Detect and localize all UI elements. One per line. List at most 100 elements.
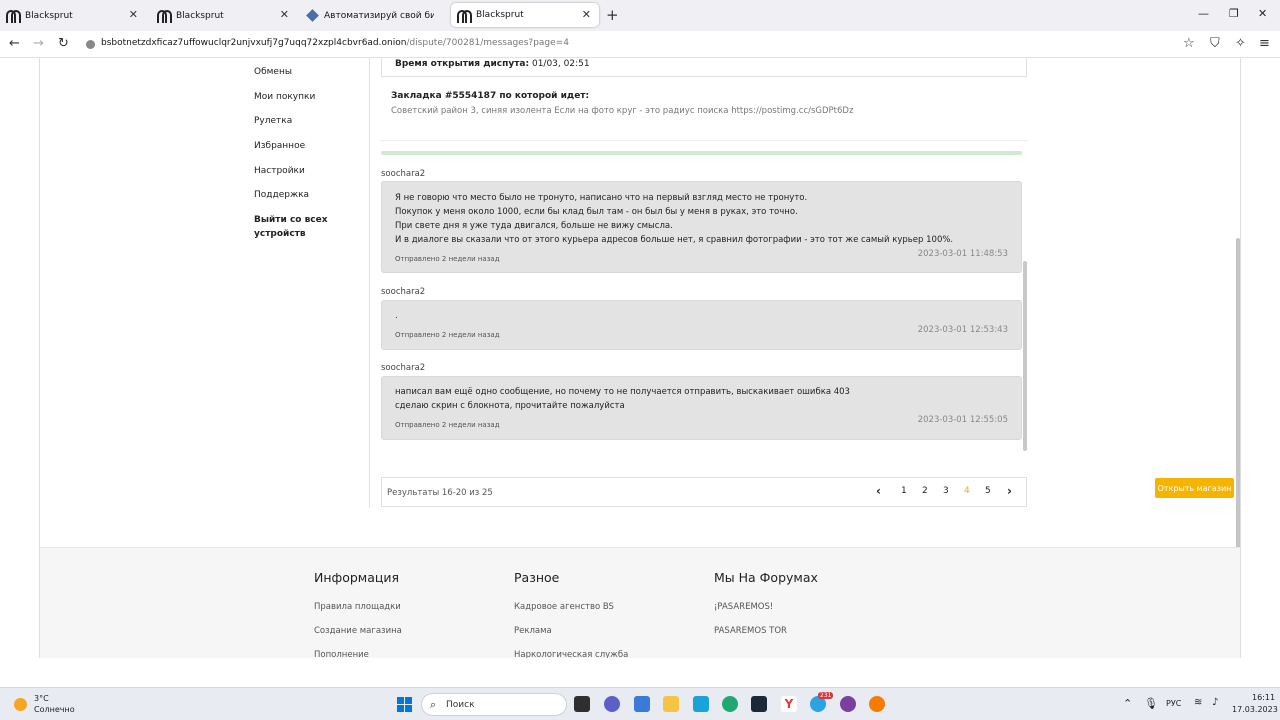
logout-all-devices-link[interactable]: Выйти со всех устройств bbox=[254, 213, 344, 241]
page-link-1[interactable]: 1 bbox=[901, 486, 907, 496]
footer-link-topup[interactable]: Пополнение bbox=[314, 650, 369, 658]
message-text: написал вам ещё одно сообщение, но почем… bbox=[395, 385, 850, 413]
app-l-icon[interactable] bbox=[693, 696, 709, 712]
tab-blacksprut-2[interactable]: Blacksprut ✕ bbox=[157, 0, 297, 31]
store-icon[interactable] bbox=[634, 696, 650, 712]
message-sent-ago: Отправлено 2 недели назад bbox=[395, 421, 500, 429]
message-text: Я не говорю что место было не тронуто, н… bbox=[395, 191, 953, 247]
message-author: soochara2 bbox=[381, 287, 426, 297]
footer-link-ads[interactable]: Реклама bbox=[514, 626, 552, 636]
message-timestamp: 2023-03-01 12:55:05 bbox=[917, 415, 1008, 425]
message-sent-ago: Отправлено 2 недели назад bbox=[395, 331, 500, 339]
language-indicator[interactable]: РУС bbox=[1166, 699, 1181, 708]
footer-link-pasaremos[interactable]: ¡PASAREMOS! bbox=[714, 602, 773, 612]
sidebar-item-roulette[interactable]: Рулетка bbox=[254, 116, 292, 126]
footer-link-hr[interactable]: Кадровое агенство BS bbox=[514, 602, 614, 612]
footer-title-info: Информация bbox=[314, 570, 400, 585]
weather-description[interactable]: Солнечно bbox=[34, 705, 75, 714]
volume-icon[interactable]: ♪ bbox=[1212, 697, 1218, 708]
message-timestamp: 2023-03-01 12:53:43 bbox=[917, 325, 1008, 335]
pagination: Результаты 16-20 из 25 ‹ 1 2 3 4 5 › bbox=[381, 477, 1027, 507]
yandex-icon[interactable]: Y bbox=[781, 696, 797, 712]
tor-browser-icon[interactable] bbox=[840, 696, 856, 712]
message-line: написал вам ещё одно сообщение, но почем… bbox=[395, 387, 850, 397]
bookmark-star-icon[interactable]: ☆ bbox=[1183, 36, 1195, 51]
open-shop-button[interactable]: Открыть магазин bbox=[1155, 478, 1234, 498]
sidebar-item-purchases[interactable]: Мои покупки bbox=[254, 92, 315, 102]
page-content: Обмены Мои покупки Рулетка Избранное Нас… bbox=[0, 58, 1280, 687]
tab-label: Blacksprut bbox=[476, 10, 524, 20]
status-bar bbox=[381, 151, 1022, 155]
sidebar-item-support[interactable]: Поддержка bbox=[254, 190, 309, 200]
footer-link-rules[interactable]: Правила площадки bbox=[314, 602, 401, 612]
sidebar-item-exchanges[interactable]: Обмены bbox=[254, 67, 292, 77]
close-icon[interactable]: ✕ bbox=[280, 8, 289, 21]
blacksprut-logo-icon bbox=[457, 9, 472, 23]
bookmark-title: Закладка #5554187 по которой идет: bbox=[391, 91, 590, 101]
weather-temperature[interactable]: 3°C bbox=[34, 694, 49, 703]
address-bar[interactable]: bsbotnetzdxficaz7uffowuclqr2unjvxufj7g7u… bbox=[101, 38, 569, 48]
message-line: Я не говорю что место было не тронуто, н… bbox=[395, 193, 808, 203]
message-text: . bbox=[395, 309, 398, 323]
sidebar-item-favorites[interactable]: Избранное bbox=[254, 141, 305, 151]
page-link-5[interactable]: 5 bbox=[985, 486, 991, 496]
dispute-opened-time: Время открытия диспута: 01/03, 02:51 bbox=[395, 59, 590, 69]
microphone-icon[interactable]: 🎙 bbox=[1144, 697, 1158, 710]
page-link-2[interactable]: 2 bbox=[922, 486, 928, 496]
task-view-icon[interactable] bbox=[574, 696, 590, 712]
reload-icon[interactable]: ↻ bbox=[58, 36, 69, 51]
footer-title-misc: Разное bbox=[514, 570, 560, 585]
restore-icon[interactable]: ❐ bbox=[1229, 7, 1239, 20]
tab-label: Blacksprut bbox=[25, 10, 73, 21]
back-arrow-icon[interactable]: ← bbox=[9, 36, 20, 51]
sidebar-divider bbox=[369, 58, 370, 508]
tray-overflow-icon[interactable]: ⌃ bbox=[1123, 697, 1132, 710]
tab-label: Blacksprut bbox=[176, 10, 224, 21]
taskbar-search[interactable]: ⌕ Поиск bbox=[421, 693, 567, 716]
tab-automation[interactable]: Автоматизируй свой бизнес с bbox=[306, 0, 446, 31]
search-label: Поиск bbox=[446, 700, 475, 710]
file-explorer-icon[interactable] bbox=[663, 696, 679, 712]
messages-scrollbar[interactable] bbox=[1023, 261, 1027, 451]
clock-date[interactable]: 17.03.2023 bbox=[1232, 705, 1278, 714]
logout-line2: устройств bbox=[254, 229, 306, 239]
site-info-icon[interactable] bbox=[86, 40, 95, 49]
next-page-icon[interactable]: › bbox=[1007, 484, 1012, 498]
minimize-icon[interactable]: — bbox=[1198, 7, 1209, 20]
forward-arrow-icon[interactable]: → bbox=[33, 36, 44, 51]
footer-link-pasaremos-tor[interactable]: PASAREMOS TOR bbox=[714, 626, 787, 636]
new-tab-plus-icon[interactable]: + bbox=[606, 6, 619, 24]
windows-start-icon[interactable] bbox=[397, 697, 412, 712]
tab-blacksprut-active[interactable]: Blacksprut ✕ bbox=[451, 3, 599, 27]
message-sent-ago: Отправлено 2 недели назад bbox=[395, 255, 500, 263]
footer: Информация Правила площадки Создание маг… bbox=[40, 547, 1240, 658]
message-timestamp: 2023-03-01 11:48:53 bbox=[917, 249, 1008, 259]
steam-icon[interactable] bbox=[751, 696, 767, 712]
message-line: . bbox=[395, 311, 398, 321]
chat-icon[interactable] bbox=[604, 696, 620, 712]
prev-page-icon[interactable]: ‹ bbox=[876, 484, 881, 498]
menu-icon[interactable]: ≡ bbox=[1259, 36, 1270, 51]
telegram-badge: 231 bbox=[818, 692, 834, 699]
firefox-icon[interactable] bbox=[869, 696, 885, 712]
diamond-logo-icon bbox=[306, 9, 319, 22]
footer-link-narcology[interactable]: Наркологическая служба bbox=[514, 650, 628, 658]
edge-icon[interactable] bbox=[722, 696, 738, 712]
close-window-icon[interactable]: ✕ bbox=[1258, 7, 1267, 20]
page-link-4-current[interactable]: 4 bbox=[964, 486, 970, 496]
footer-link-create-shop[interactable]: Создание магазина bbox=[314, 626, 402, 636]
weather-sun-icon[interactable] bbox=[14, 698, 27, 711]
wifi-icon[interactable]: ≋ bbox=[1194, 697, 1202, 708]
sidebar-item-settings[interactable]: Настройки bbox=[254, 166, 305, 176]
url-path: /dispute/700281/messages?page=4 bbox=[406, 38, 569, 48]
pagination-results: Результаты 16-20 из 25 bbox=[387, 488, 493, 498]
extensions-icon[interactable]: ✧ bbox=[1235, 36, 1246, 51]
close-icon[interactable]: ✕ bbox=[129, 8, 138, 21]
close-icon[interactable]: ✕ bbox=[582, 8, 591, 21]
tab-blacksprut-1[interactable]: Blacksprut ✕ bbox=[6, 0, 146, 31]
clock-time[interactable]: 16:11 bbox=[1252, 693, 1275, 702]
message-line: сделаю скрин с блокнота, прочитайте пожа… bbox=[395, 401, 625, 411]
page-link-3[interactable]: 3 bbox=[943, 486, 949, 496]
windows-taskbar: 3°C Солнечно ⌕ Поиск Y 231 ⌃ 🎙 РУС ≋ ♪ 1… bbox=[0, 687, 1280, 720]
shield-icon[interactable]: ⛉ bbox=[1210, 36, 1220, 51]
